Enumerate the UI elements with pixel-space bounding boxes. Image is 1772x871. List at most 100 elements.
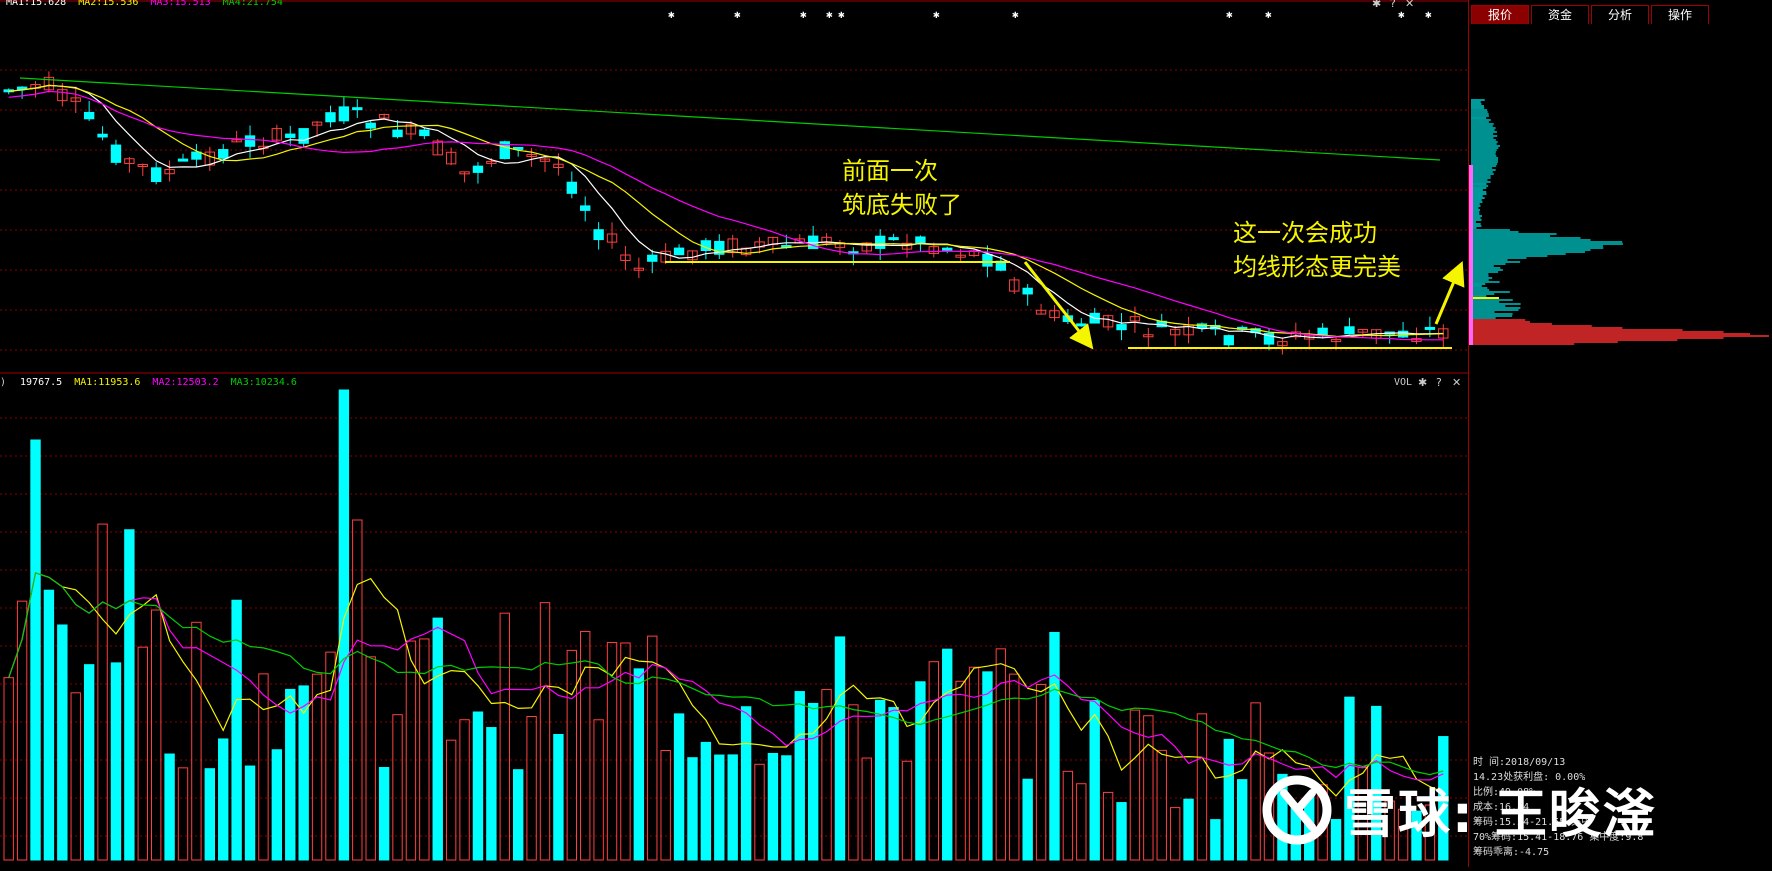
volume-bar <box>848 704 859 861</box>
volume-bar <box>539 602 551 861</box>
volume-bar <box>633 668 645 861</box>
chart-canvas[interactable]: ✱ ✱ ✱ ✱ ✱ ✱ ✱ ✱ ✱ ✱ ✱ <box>0 0 1468 867</box>
volume-bar <box>432 617 443 861</box>
volume-bar <box>647 635 658 861</box>
volume-bar <box>338 389 350 861</box>
volume-bar <box>714 754 725 861</box>
volume-ma-legend: ) 19767.5 MA1:11953.6 MA2:12503.2 MA3:10234.… <box>0 377 309 389</box>
volume-bar <box>553 734 564 861</box>
volume-bar <box>1183 798 1194 861</box>
volume-bar <box>1089 700 1100 861</box>
candle-body <box>285 133 296 138</box>
candle-body <box>97 133 108 138</box>
price-ma-legend: MA1:15.628 MA2:15.536 MA3:15.513 MA4:21.754 <box>6 0 295 9</box>
event-star-marker: ✱ <box>1265 8 1272 21</box>
volume-bar <box>1022 778 1033 861</box>
volume-bar <box>1035 683 1047 861</box>
candle-body <box>1344 326 1355 335</box>
volume-bar <box>700 741 712 861</box>
volume-bar <box>727 754 738 861</box>
volume-bar <box>807 702 819 861</box>
volume-bar <box>955 680 966 861</box>
event-star-marker: ✱ <box>838 8 845 21</box>
volume-bars <box>3 389 1449 861</box>
volume-bar <box>1049 631 1060 861</box>
event-star-marker: ✱ <box>1226 8 1233 21</box>
volume-bar <box>258 673 269 861</box>
chip-time: 时 间:2018/09/13 <box>1473 757 1566 768</box>
volume-bar <box>365 656 376 861</box>
vol-indicator-label[interactable]: VOL <box>1394 377 1412 389</box>
volume-bar <box>271 749 283 861</box>
volume-bar <box>218 738 229 861</box>
volume-bar <box>124 529 135 861</box>
volume-bar <box>137 646 148 861</box>
volume-bar <box>83 664 95 861</box>
volume-bar <box>526 716 537 861</box>
candle-body <box>1116 324 1127 331</box>
volume-bar <box>915 681 926 861</box>
up-arrow <box>1434 260 1465 325</box>
volume-bar <box>942 648 953 861</box>
price-settings-icon[interactable]: ✱ <box>1372 0 1381 10</box>
volume-bar <box>1196 713 1208 861</box>
candle-body <box>365 122 376 129</box>
volume-bar <box>378 767 390 861</box>
vol-help-icon[interactable]: ? <box>1436 376 1442 389</box>
price-ma4-line <box>19 77 1441 161</box>
candle-body <box>1022 287 1033 295</box>
volume-ma1: MA1:11953.6 <box>74 377 141 388</box>
candle-body <box>177 158 189 162</box>
candle-body <box>191 151 202 160</box>
price-close-icon[interactable]: ✕ <box>1405 0 1414 10</box>
volume-bar <box>740 706 752 861</box>
volume-bar <box>673 713 685 861</box>
volume-bar <box>177 767 189 861</box>
event-star-marker: ✱ <box>800 8 807 21</box>
event-star-marker: ✱ <box>734 8 741 21</box>
volume-bar <box>392 714 403 861</box>
volume-bar <box>231 599 242 861</box>
price-help-icon[interactable]: ? <box>1390 0 1396 10</box>
candle-body <box>1076 323 1087 327</box>
price-ma2: MA2:15.536 <box>78 0 139 8</box>
volume-bar <box>781 755 792 861</box>
volume-bar <box>928 661 940 861</box>
volume-ma3: MA3:10234.6 <box>230 377 297 388</box>
candle-body <box>982 253 993 267</box>
event-star-marker: ✱ <box>1398 8 1405 21</box>
volume-bar <box>499 612 510 861</box>
price-ma4: MA4:21.754 <box>222 0 283 8</box>
volume-bar <box>874 699 886 861</box>
volume-value: 19767.5 <box>20 377 63 388</box>
candle-body <box>150 167 162 183</box>
event-star-marker: ✱ <box>826 8 833 21</box>
candle-body <box>472 165 484 173</box>
candle-body <box>915 236 926 244</box>
candle-body <box>874 235 886 249</box>
candle-body <box>419 129 430 137</box>
volume-bar <box>1169 807 1181 861</box>
kline-chart-area[interactable]: ✱ ✱ ✱ ✱ ✱ ✱ ✱ ✱ ✱ ✱ ✱ <box>0 0 1468 867</box>
volume-bar <box>445 739 457 861</box>
volume-bar <box>30 439 41 861</box>
event-star-marker: ✱ <box>668 8 675 21</box>
volume-bar <box>164 753 175 861</box>
vol-close-icon[interactable]: ✕ <box>1452 376 1461 389</box>
volume-bar <box>1062 770 1074 861</box>
volume-bar <box>486 727 497 861</box>
candle-body <box>298 128 309 144</box>
event-star-marker: ✱ <box>933 8 940 21</box>
candle-body <box>647 254 658 262</box>
volume-bar <box>311 673 323 861</box>
price-ma1-line <box>8 84 1444 339</box>
candle-body <box>580 205 591 211</box>
volume-bar <box>1156 749 1167 861</box>
volume-bar <box>110 662 122 861</box>
candle-body <box>110 144 122 163</box>
volume-bar <box>995 648 1007 861</box>
volume-bar <box>1009 673 1020 861</box>
volume-bar <box>57 624 68 861</box>
vol-settings-icon[interactable]: ✱ <box>1418 376 1427 389</box>
volume-bar <box>285 688 296 861</box>
